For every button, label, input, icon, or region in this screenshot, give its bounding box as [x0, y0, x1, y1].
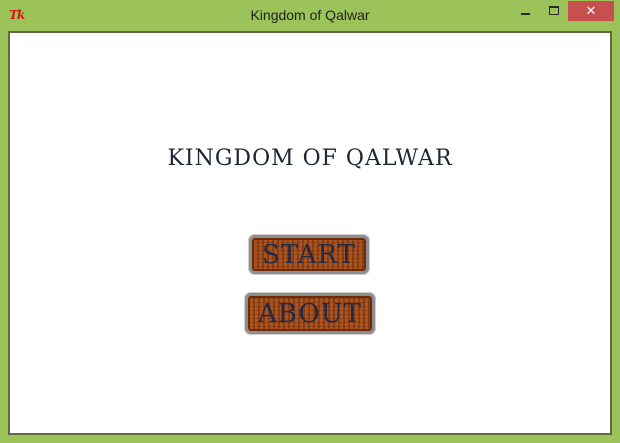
about-button[interactable]: ABOUT — [244, 292, 376, 335]
start-button-label: START — [262, 239, 356, 270]
game-title: KINGDOM OF QALWAR — [167, 146, 453, 171]
maximize-icon — [548, 5, 559, 15]
close-button[interactable]: ✕ — [568, 1, 614, 21]
start-button[interactable]: START — [248, 234, 370, 275]
maximize-button[interactable] — [540, 1, 567, 21]
close-icon: ✕ — [585, 3, 597, 19]
app-window: Tk Kingdom of Qalwar ✕ KINGDOM OF QALWAR… — [0, 0, 620, 443]
title-bar[interactable]: Tk Kingdom of Qalwar ✕ — [0, 0, 620, 31]
minimize-button[interactable] — [512, 1, 539, 21]
minimize-icon — [521, 13, 530, 15]
game-canvas: KINGDOM OF QALWAR START ABOUT — [8, 31, 612, 435]
about-button-label: ABOUT — [258, 298, 362, 329]
